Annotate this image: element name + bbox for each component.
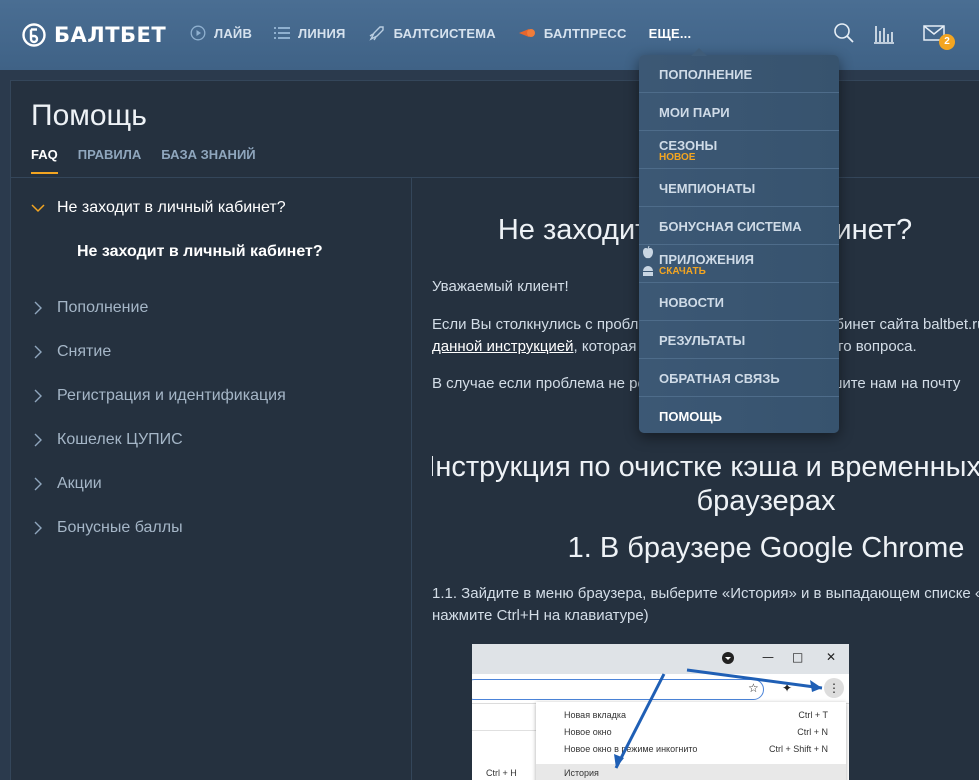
menu-item-bonus-system[interactable]: БОНУСНАЯ СИСТЕМА xyxy=(639,207,839,245)
nav-item-baltsistema[interactable]: БАЛТСИСТЕМА xyxy=(368,24,496,42)
chevron-right-icon xyxy=(31,477,45,491)
faq-item-deposit[interactable]: Пополнение xyxy=(31,299,148,317)
menu-item-label: НОВОСТИ xyxy=(659,295,725,310)
faq-item-promotions[interactable]: Акции xyxy=(31,475,102,493)
instruction-screenshot: — □ ✕ ☆ ✦ ⋮ Ctrl + H Новая вкладка Ctrl … xyxy=(472,644,849,780)
faq-item-bonus-points[interactable]: Бонусные баллы xyxy=(31,519,183,537)
faq-item-label: Акции xyxy=(57,475,102,492)
nav-item-baltpress[interactable]: БАЛТПРЕСС xyxy=(518,26,627,41)
arrow-annotation xyxy=(614,668,823,769)
nav-label: ЛИНИЯ xyxy=(298,25,346,41)
faq-item-registration[interactable]: Регистрация и идентификация xyxy=(31,387,286,405)
menu-item-label: ПОПОЛНЕНИЕ xyxy=(659,67,753,82)
menu-item-help[interactable]: ПОМОЩЬ xyxy=(639,397,839,435)
chevron-right-icon xyxy=(31,433,45,447)
menu-item-seasons[interactable]: СЕЗОНЫ НОВОЕ xyxy=(639,131,839,169)
faq-item-wallet[interactable]: Кошелек ЦУПИС xyxy=(31,431,183,449)
nav-label: БАЛТСИСТЕМА xyxy=(393,25,496,41)
faq-item-label: Кошелек ЦУПИС xyxy=(57,431,183,448)
new-tag: НОВОЕ xyxy=(659,152,696,163)
brand-name: БАЛТБЕТ xyxy=(54,23,167,47)
menu-item-label: ПОМОЩЬ xyxy=(659,409,722,424)
divider xyxy=(411,177,412,780)
chevron-right-icon xyxy=(31,521,45,535)
menu-item-deposit[interactable]: ПОПОЛНЕНИЕ xyxy=(639,55,839,93)
main-nav: ЛАЙВ ЛИНИЯ БАЛТСИСТЕМА БАЛТПРЕСС ЕЩЕ... xyxy=(190,24,713,42)
nav-label: ЕЩЕ... xyxy=(648,25,692,41)
chevron-right-icon xyxy=(31,389,45,403)
chevron-down-icon xyxy=(31,201,45,215)
menu-item-apps[interactable]: ПРИЛОЖЕНИЯ СКАЧАТЬ xyxy=(639,245,839,283)
menu-item-results[interactable]: РЕЗУЛЬТАТЫ xyxy=(639,321,839,359)
page-title: Помощь xyxy=(31,99,147,132)
faq-item-login[interactable]: Не заходит в личный кабинет? xyxy=(31,199,286,217)
faq-item-label: Бонусные баллы xyxy=(57,519,183,536)
apple-android-icon xyxy=(641,245,655,281)
chevron-right-icon xyxy=(31,301,45,315)
menu-item-label: ОБРАТНАЯ СВЯЗЬ xyxy=(659,371,780,386)
faq-item-label: Регистрация и идентификация xyxy=(57,387,286,404)
tab-faq[interactable]: FAQ xyxy=(31,147,58,174)
subsection-heading: 1. В браузере Google Chrome xyxy=(567,532,965,564)
menu-item-label: СЕЗОНЫ xyxy=(659,138,718,153)
article-greeting: Уважаемый клиент! xyxy=(432,278,569,295)
chevron-right-icon xyxy=(31,345,45,359)
faq-item-label: Пополнение xyxy=(57,299,149,316)
stats-icon[interactable] xyxy=(873,22,899,48)
faq-item-label: Снятие xyxy=(57,343,112,360)
menu-item-championships[interactable]: ЧЕМПИОНАТЫ xyxy=(639,169,839,207)
menu-item-my-bets[interactable]: МОИ ПАРИ xyxy=(639,93,839,131)
play-circle-icon xyxy=(190,25,206,41)
help-tabs: FAQ ПРАВИЛА БАЗА ЗНАНИЙ xyxy=(31,147,276,174)
list-icon xyxy=(274,26,291,40)
section-heading: Инструкция по очистке кэша и временных ф… xyxy=(432,451,979,483)
tab-rules[interactable]: ПРАВИЛА xyxy=(78,147,142,174)
menu-item-label: РЕЗУЛЬТАТЫ xyxy=(659,333,746,348)
section-heading: браузерах xyxy=(696,485,836,517)
faq-item-withdrawal[interactable]: Снятие xyxy=(31,343,111,361)
faq-item-label: Не заходит в личный кабинет? xyxy=(57,199,286,216)
nav-label: ЛАЙВ xyxy=(214,25,253,41)
more-dropdown-menu: ПОПОЛНЕНИЕ МОИ ПАРИ СЕЗОНЫ НОВОЕ ЧЕМПИОН… xyxy=(639,48,839,435)
download-tag: СКАЧАТЬ xyxy=(659,266,706,277)
search-icon[interactable] xyxy=(833,22,859,48)
article-paragraph: 1.1. Зайдите в меню браузера, выберите «… xyxy=(432,585,979,602)
nav-item-line[interactable]: ЛИНИЯ xyxy=(274,26,346,41)
logo[interactable]: БАЛТБЕТ xyxy=(22,20,166,50)
menu-item-news[interactable]: НОВОСТИ xyxy=(639,283,839,321)
tab-knowledge-base[interactable]: БАЗА ЗНАНИЙ xyxy=(161,147,255,174)
nav-label: БАЛТПРЕСС xyxy=(543,25,627,41)
menu-item-label: ЧЕМПИОНАТЫ xyxy=(659,181,756,196)
menu-item-feedback[interactable]: ОБРАТНАЯ СВЯЗЬ xyxy=(639,359,839,397)
logo-icon xyxy=(22,23,46,47)
faq-subitem-login[interactable]: Не заходит в личный кабинет? xyxy=(77,243,323,261)
comet-icon xyxy=(518,27,536,39)
notification-badge: 2 xyxy=(939,34,955,50)
instruction-link[interactable]: данной инструкцией xyxy=(432,338,574,355)
menu-item-label: МОИ ПАРИ xyxy=(659,105,730,120)
mail-icon[interactable]: 2 xyxy=(923,22,955,50)
nav-item-live[interactable]: ЛАЙВ xyxy=(190,25,252,41)
article-paragraph: нажмите Ctrl+H на клавиатуре) xyxy=(432,607,649,624)
rocket-icon xyxy=(368,24,386,42)
menu-item-label: БОНУСНАЯ СИСТЕМА xyxy=(659,219,802,234)
menu-item-label: ПРИЛОЖЕНИЯ xyxy=(659,252,754,267)
nav-item-more[interactable]: ЕЩЕ... xyxy=(649,26,692,41)
